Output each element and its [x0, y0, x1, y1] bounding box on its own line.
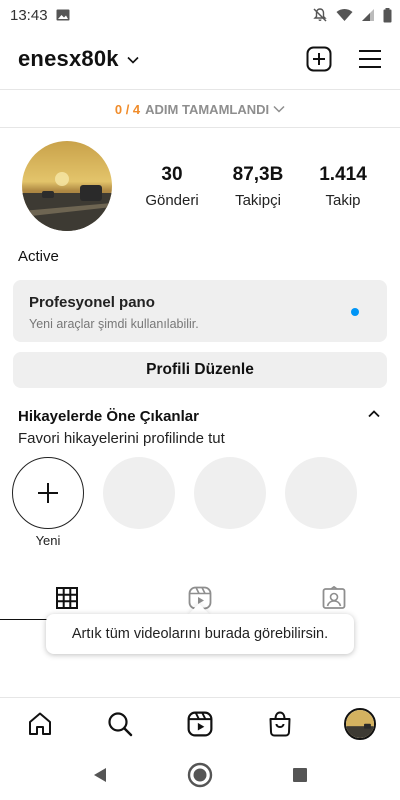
stat-label: Takipçi — [235, 192, 281, 209]
stat-value: 87,3B — [232, 164, 284, 185]
stat-value: 30 — [161, 164, 183, 185]
account-switcher[interactable]: enesx80k — [18, 46, 119, 72]
chevron-down-icon[interactable] — [127, 56, 139, 64]
onboarding-progress[interactable]: 0 / 4 ADIM TAMAMLANDI — [0, 92, 400, 126]
plus-icon — [38, 483, 58, 503]
edit-profile-button[interactable]: Profili Düzenle — [13, 352, 387, 388]
nav-shop[interactable] — [262, 706, 298, 742]
stat-label: Gönderi — [145, 192, 199, 209]
status-time: 13:43 — [10, 6, 48, 24]
progress-divider — [0, 127, 400, 128]
recents-icon — [293, 768, 307, 782]
home-circle-icon — [187, 762, 213, 788]
progress-label: ADIM TAMAMLANDI — [145, 101, 270, 117]
nav-search[interactable] — [102, 706, 138, 742]
professional-dashboard-card[interactable]: Profesyonel pano Yeni araçlar şimdi kull… — [13, 280, 387, 342]
stat-followers[interactable]: 87,3B Takipçi — [225, 164, 291, 209]
shop-icon — [269, 711, 291, 737]
nav-reels[interactable] — [182, 706, 218, 742]
tagged-icon — [322, 586, 345, 609]
home-icon — [29, 712, 51, 735]
system-home-button[interactable] — [187, 762, 213, 788]
profile-display-name: Active — [18, 248, 59, 265]
wifi-icon — [336, 8, 353, 21]
bottom-navigation — [0, 697, 400, 749]
nav-home[interactable] — [22, 706, 58, 742]
profile-header: enesx80k — [0, 38, 400, 80]
system-recents-button[interactable] — [287, 762, 313, 788]
stat-value: 1.414 — [319, 164, 367, 185]
image-icon — [56, 9, 70, 21]
dashboard-subtitle: Yeni araçlar şimdi kullanılabilir. — [29, 317, 199, 331]
highlights-subtitle: Favori hikayelerini profilinde tut — [18, 430, 225, 447]
system-navigation — [0, 750, 400, 800]
battery-icon — [383, 7, 392, 22]
profile-avatar[interactable] — [22, 141, 112, 231]
grid-icon — [55, 587, 78, 609]
status-bar: 13:43 — [0, 0, 400, 30]
create-post-icon[interactable] — [306, 46, 332, 72]
back-icon — [94, 768, 106, 782]
nav-profile[interactable] — [342, 706, 378, 742]
new-highlight-label: Yeni — [35, 533, 61, 548]
stat-label: Takip — [325, 192, 361, 209]
chevron-down-icon — [273, 105, 285, 113]
chevron-up-icon[interactable] — [368, 410, 380, 418]
reels-tooltip[interactable]: Artık tüm videolarını burada görebilirsi… — [46, 614, 354, 654]
new-highlight-button[interactable] — [12, 457, 84, 529]
profile-avatar-small — [344, 708, 376, 740]
system-back-button[interactable] — [87, 762, 113, 788]
search-icon — [108, 712, 133, 737]
dashboard-title: Profesyonel pano — [29, 294, 155, 311]
stat-following[interactable]: 1.414 Takip — [311, 164, 375, 209]
highlights-title: Hikayelerde Öne Çıkanlar — [18, 408, 199, 425]
reels-icon — [187, 711, 213, 737]
highlight-placeholder — [285, 457, 357, 529]
notification-dot — [351, 308, 359, 316]
progress-count: 0 / 4 — [114, 101, 141, 117]
menu-icon[interactable] — [358, 48, 382, 70]
stat-posts[interactable]: 30 Gönderi — [142, 164, 202, 209]
highlight-placeholder — [194, 457, 266, 529]
mute-bell-icon — [313, 8, 327, 22]
header-divider — [0, 89, 400, 90]
signal-icon — [362, 9, 374, 21]
highlight-placeholder — [103, 457, 175, 529]
